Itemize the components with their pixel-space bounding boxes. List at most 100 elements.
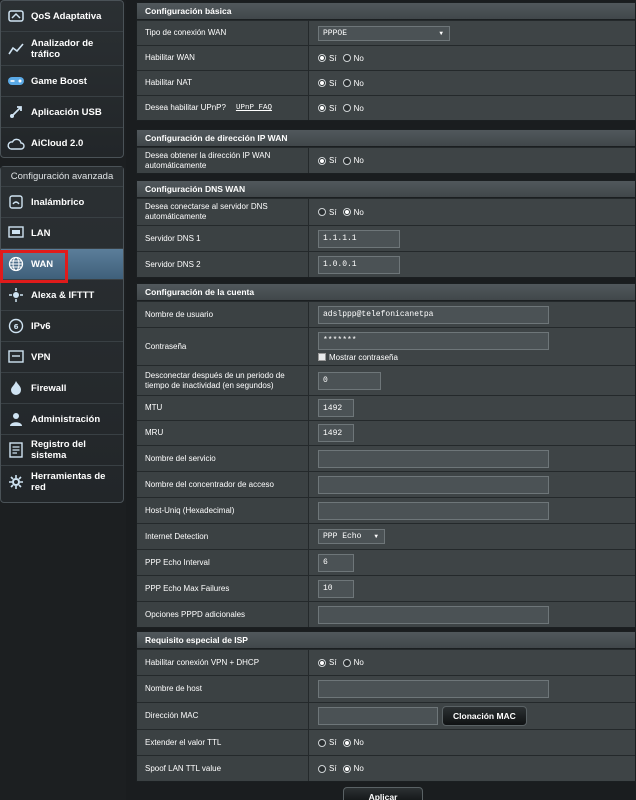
sidebar-item-usb[interactable]: Aplicación USB [1,97,123,128]
password-row: Contraseña ******* Mostrar contraseña [137,327,635,365]
dns1-row: Servidor DNS 1 1.1.1.1 [137,225,635,251]
sidebar-item-label: Firewall [31,382,67,394]
sidebar-item-firewall[interactable]: Firewall [1,373,123,404]
firewall-icon [7,379,25,397]
echo-interval-input[interactable]: 6 [318,553,354,572]
sidebar-item-label: Herramientas de red [31,470,106,493]
vpn-dhcp-yes-radio[interactable]: Sí [318,658,337,667]
echo-failures-input[interactable]: 10 [318,579,354,598]
concentrator-input[interactable] [318,475,549,494]
spoof-ttl-yes-radio[interactable]: Sí [318,764,337,773]
pppd-options-row: Opciones PPPD adicionales [137,601,635,627]
account-section: Configuración de la cuenta Nombre de usu… [136,283,636,628]
sidebar-item-label: Game Boost [31,75,87,87]
advanced-menu-header: Configuración avanzada [1,167,123,187]
host-uniq-input[interactable] [318,501,549,520]
spoof-ttl-no-radio[interactable]: No [342,764,364,773]
auto-dns-row: Desea conectarse al servidor DNS automát… [137,198,635,225]
upnp-label: Desea habilitar UPnP? [145,103,226,112]
sidebar-item-system-log[interactable]: Registro del sistema [1,435,123,466]
dns2-input[interactable]: 1.0.0.1 [318,255,400,274]
sidebar-item-traffic-analyzer[interactable]: Analizador de tráfico [1,32,123,66]
usb-icon [7,103,25,121]
sidebar-item-wireless[interactable]: Inalámbrico [1,187,123,218]
idle-timeout-label: Desconectar después de un periodo de tie… [137,366,309,395]
wan-ip-section: Configuración de dirección IP WAN Desea … [136,129,636,174]
internet-detection-label: Internet Detection [137,524,309,549]
sidebar-item-lan[interactable]: LAN [1,218,123,249]
sidebar-item-qos[interactable]: QoS Adaptativa [1,1,123,32]
lan-icon [7,224,25,242]
show-password-checkbox[interactable] [318,353,326,361]
dns1-label: Servidor DNS 1 [137,226,309,251]
hostname-input[interactable] [318,680,549,698]
sidebar-item-administration[interactable]: Administración [1,404,123,435]
vpn-dhcp-no-radio[interactable]: No [342,658,364,667]
general-menu: QoS Adaptativa Analizador de tráfico Gam… [0,0,124,158]
upnp-yes-radio[interactable]: Sí [318,104,337,113]
auto-dns-yes-radio[interactable]: Sí [318,208,337,217]
sidebar-item-label: LAN [31,227,51,239]
sidebar-item-label: QoS Adaptativa [31,10,102,22]
auto-dns-label: Desea conectarse al servidor DNS automát… [137,199,309,225]
wan-type-select[interactable]: PPPOE ▼ [318,25,450,41]
upnp-faq-link[interactable]: UPnP FAQ [236,103,272,113]
enable-nat-row: Habilitar NAT Sí No [137,70,635,95]
enable-nat-yes-radio[interactable]: Sí [318,79,337,88]
extend-ttl-label: Extender el valor TTL [137,730,309,755]
dns1-input[interactable]: 1.1.1.1 [318,229,400,248]
echo-interval-row: PPP Echo Interval 6 [137,549,635,575]
mac-address-label: Dirección MAC [137,703,309,729]
enable-nat-no-radio[interactable]: No [342,79,364,88]
upnp-row: Desea habilitar UPnP? UPnP FAQ Sí No [137,95,635,120]
mru-input[interactable]: 1492 [318,424,354,442]
extend-ttl-no-radio[interactable]: No [342,738,364,747]
sidebar-item-network-tools[interactable]: Herramientas de red [1,466,123,497]
service-name-input[interactable] [318,449,549,468]
mru-row: MRU 1492 [137,420,635,445]
show-password-option[interactable]: Mostrar contraseña [318,353,398,362]
username-input[interactable]: adslppp@telefonicanetpa [318,305,549,324]
sidebar: QoS Adaptativa Analizador de tráfico Gam… [0,0,126,800]
sidebar-item-ipv6[interactable]: 6 IPv6 [1,311,123,342]
username-row: Nombre de usuario adslppp@telefonicanetp… [137,301,635,327]
extend-ttl-yes-radio[interactable]: Sí [318,738,337,747]
mac-address-input[interactable] [318,707,438,725]
mtu-label: MTU [137,396,309,420]
internet-detection-select[interactable]: PPP Echo ▼ [318,529,385,544]
upnp-no-radio[interactable]: No [342,104,364,113]
mru-label: MRU [137,421,309,445]
mtu-input[interactable]: 1492 [318,399,354,417]
password-input[interactable]: ******* [318,331,549,350]
mac-clone-button[interactable]: Clonación MAC [442,706,527,726]
spoof-ttl-row: Spoof LAN TTL value Sí No [137,755,635,781]
auto-ip-row: Desea obtener la dirección IP WAN automá… [137,147,635,173]
router-admin-page: QoS Adaptativa Analizador de tráfico Gam… [0,0,636,800]
vpn-dhcp-label: Habilitar conexión VPN + DHCP [137,650,309,675]
apply-button[interactable]: Aplicar [343,787,423,800]
hostname-label: Nombre de host [137,676,309,702]
sidebar-item-label: Aplicación USB [31,106,102,118]
sidebar-item-label: IPv6 [31,320,51,332]
pppd-options-input[interactable] [318,605,549,624]
sidebar-item-vpn[interactable]: VPN [1,342,123,373]
enable-wan-no-radio[interactable]: No [342,54,364,63]
sidebar-item-aicloud[interactable]: AiCloud 2.0 [1,128,123,159]
network-tools-icon [7,473,25,491]
idle-timeout-row: Desconectar después de un periodo de tie… [137,365,635,395]
auto-ip-no-radio[interactable]: No [342,156,364,165]
enable-wan-yes-radio[interactable]: Sí [318,54,337,63]
extend-ttl-row: Extender el valor TTL Sí No [137,729,635,755]
host-uniq-label: Host-Uniq (Hexadecimal) [137,498,309,523]
chevron-down-icon: ▼ [439,29,443,37]
idle-timeout-input[interactable]: 0 [318,371,381,390]
dns2-row: Servidor DNS 2 1.0.0.1 [137,251,635,277]
sidebar-item-alexa[interactable]: Alexa & IFTTT [1,280,123,311]
auto-ip-yes-radio[interactable]: Sí [318,156,337,165]
dns2-label: Servidor DNS 2 [137,252,309,277]
sidebar-item-label: Alexa & IFTTT [31,289,95,301]
section-title: Configuración básica [137,3,635,20]
auto-dns-no-radio[interactable]: No [342,208,364,217]
sidebar-item-game-boost[interactable]: Game Boost [1,66,123,97]
echo-failures-row: PPP Echo Max Failures 10 [137,575,635,601]
